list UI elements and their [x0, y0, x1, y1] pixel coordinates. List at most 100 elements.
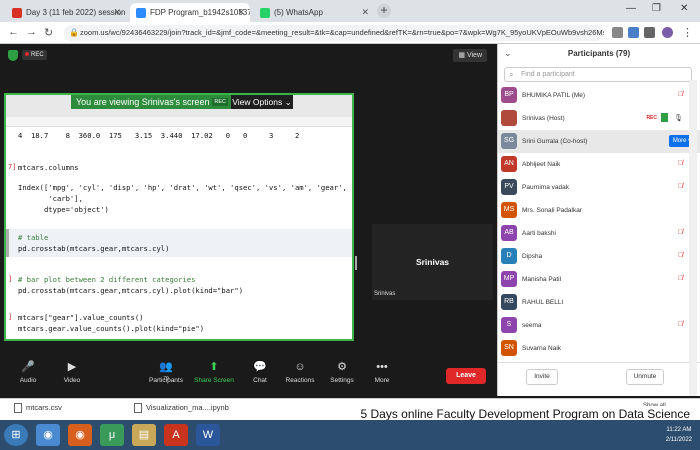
smiley-icon: ☺	[294, 361, 306, 373]
search-icon: ⌕	[509, 70, 514, 79]
participant-search-input[interactable]: ⌕ Find a participant	[504, 67, 692, 82]
tab-day3-session[interactable]: Day 3 (11 feb 2022) session 1 link ✕	[6, 3, 126, 22]
panel-footer: Invite Unmute	[498, 362, 700, 396]
muted-mic-icon: 🎙̸	[677, 91, 683, 98]
video-camera-icon: ▶	[67, 361, 77, 373]
folder-icon[interactable]: ▤	[132, 424, 156, 446]
chat-button[interactable]: 💬 Chat	[238, 361, 282, 384]
participants-panel: ⌄ Participants (79) ⌕ Find a participant…	[497, 44, 700, 396]
chat-icon: 💬	[253, 361, 267, 373]
avatar: AB	[501, 225, 517, 241]
firefox-icon[interactable]: ◉	[68, 424, 92, 446]
avatar: S	[501, 317, 517, 333]
participants-button[interactable]: 👥79 Participants	[144, 361, 188, 384]
lock-icon: 🔒	[69, 28, 79, 37]
code-line: mtcars.gear.value_counts().plot(kind="pi…	[18, 324, 205, 333]
participants-icon: 👥79	[159, 361, 173, 382]
whatsapp-icon	[260, 7, 270, 18]
extension-icon[interactable]	[628, 27, 639, 38]
muted-mic-icon: 🎙̸	[677, 321, 683, 328]
participant-row[interactable]: Srinivas (Host) REC 🎙 ▣̸	[498, 107, 700, 130]
chrome-icon[interactable]: ◉	[36, 424, 60, 446]
participant-row[interactable]: SN Suvarna Naik	[498, 337, 700, 360]
avatar	[501, 110, 517, 126]
meeting-toolbar: 🎤 Audio ▶ Video 👥79 Participants ⬆ Share…	[0, 358, 497, 398]
security-shield-icon[interactable]	[8, 50, 18, 61]
cell-label: 7]	[8, 163, 17, 171]
muted-mic-icon: 🎙̸	[677, 183, 683, 190]
output-line: 'carb'],	[18, 194, 83, 203]
muted-mic-icon: 🎙̸	[677, 252, 683, 259]
close-icon[interactable]: ✕	[237, 7, 245, 18]
scrollbar[interactable]	[689, 80, 697, 396]
avatar: RB	[501, 294, 517, 310]
participant-row[interactable]: MS Mrs. Sonali Padalkar ▣̸	[498, 199, 700, 222]
close-icon[interactable]: ✕	[361, 7, 369, 18]
close-icon[interactable]: ✕	[113, 7, 121, 18]
audio-button[interactable]: 🎤 Audio	[6, 361, 50, 384]
speaker-video-tile[interactable]: Srinivas Srinivas	[372, 224, 493, 300]
view-options-button[interactable]: View Options ⌄	[231, 95, 293, 109]
participant-row[interactable]: PV Paurnima vadak 🎙̸ ▣̸	[498, 176, 700, 199]
reload-icon[interactable]: ↻	[44, 26, 53, 39]
settings-button[interactable]: ⚙ Settings	[320, 361, 364, 384]
pdf-icon[interactable]: A	[164, 424, 188, 446]
share-screen-button[interactable]: ⬆ Share Screen	[192, 361, 236, 384]
maximize-icon[interactable]: ❐	[652, 3, 661, 14]
torrent-icon[interactable]: μ	[100, 424, 124, 446]
recording-indicator: REC	[22, 50, 47, 60]
output-line: Index(['mpg', 'cyl', 'disp', 'hp', 'drat…	[18, 183, 347, 192]
forward-icon[interactable]: →	[26, 26, 37, 38]
profile-avatar[interactable]	[662, 27, 673, 38]
browser-tab-bar: Day 3 (11 feb 2022) session 1 link ✕ FDP…	[0, 0, 700, 22]
file-icon	[134, 403, 142, 414]
download-item[interactable]: mtcars.csv	[14, 403, 62, 414]
avatar: PV	[501, 179, 517, 195]
more-button[interactable]: ••• More	[360, 361, 404, 384]
participant-row[interactable]: RB RAHUL BELLI	[498, 291, 700, 314]
minimize-icon[interactable]: —	[626, 3, 636, 14]
invite-button[interactable]: Invite	[526, 369, 558, 385]
leave-button[interactable]: Leave	[446, 368, 486, 384]
participant-row[interactable]: D Dipsha 🎙̸ ▣̸	[498, 245, 700, 268]
address-bar: ← → ↻ 🔒 zoom.us/wc/92436463229/join?trac…	[0, 22, 700, 44]
splitter-handle[interactable]	[355, 256, 357, 270]
video-button[interactable]: ▶ Video	[50, 361, 94, 384]
viewing-screen-banner: You are viewing Srinivas's screen REC	[71, 95, 231, 109]
avatar: MP	[501, 271, 517, 287]
menu-kebab-icon[interactable]: ⋮	[682, 26, 693, 39]
code-line: mtcars.columns	[18, 163, 79, 172]
word-icon[interactable]: W	[196, 424, 220, 446]
gmail-icon	[12, 7, 22, 18]
tab-whatsapp[interactable]: (5) WhatsApp ✕	[254, 3, 374, 22]
participant-row[interactable]: MP Manisha Patil 🎙̸ ▣̸	[498, 268, 700, 291]
participant-row[interactable]: BP BHUMIKA PATIL (Me) 🎙̸ ▣̸	[498, 84, 700, 107]
participant-row[interactable]: SG Srini Gurrala (Co-host) More ▾	[498, 130, 700, 153]
participant-row[interactable]: AB Aarti bakshi 🎙̸ ▣̸	[498, 222, 700, 245]
extensions-puzzle-icon[interactable]	[644, 27, 655, 38]
zoom-meeting-area: REC ▦ View You are viewing Srinivas's sc…	[0, 44, 497, 399]
output-line: dtype='object')	[18, 205, 109, 214]
url-input[interactable]: 🔒 zoom.us/wc/92436463229/join?track_id=&…	[64, 25, 604, 41]
mic-icon: 🎙	[674, 115, 683, 122]
system-clock[interactable]: 11:22 AM 2/11/2022	[666, 425, 692, 445]
view-button[interactable]: ▦ View	[453, 49, 487, 62]
ellipsis-icon: •••	[376, 361, 388, 373]
back-icon[interactable]: ←	[8, 26, 19, 38]
start-button[interactable]: ⊞	[4, 424, 28, 446]
participant-row[interactable]: S seema 🎙̸ ▣̸	[498, 314, 700, 337]
close-window-icon[interactable]: ✕	[680, 3, 688, 14]
gear-icon: ⚙	[337, 361, 347, 373]
reactions-button[interactable]: ☺ Reactions	[278, 361, 322, 384]
new-tab-button[interactable]: +	[377, 4, 391, 18]
tab-fdp-program[interactable]: FDP Program_b1942s10537 ✕	[130, 3, 250, 22]
dataframe-row: 4 18.7 8 360.0 175 3.15 3.440 17.02 0 0 …	[18, 131, 300, 140]
muted-mic-icon: 🎙̸	[677, 160, 683, 167]
muted-mic-icon: 🎙̸	[677, 229, 683, 236]
muted-mic-icon: 🎙̸	[677, 275, 683, 282]
participant-row[interactable]: AN Abhijeet Naik 🎙̸ ▣̸	[498, 153, 700, 176]
unmute-button[interactable]: Unmute	[626, 369, 664, 385]
download-item[interactable]: Visualization_ma....ipynb	[134, 403, 229, 414]
extension-icon[interactable]	[612, 27, 623, 38]
rec-badge: REC	[646, 115, 657, 121]
